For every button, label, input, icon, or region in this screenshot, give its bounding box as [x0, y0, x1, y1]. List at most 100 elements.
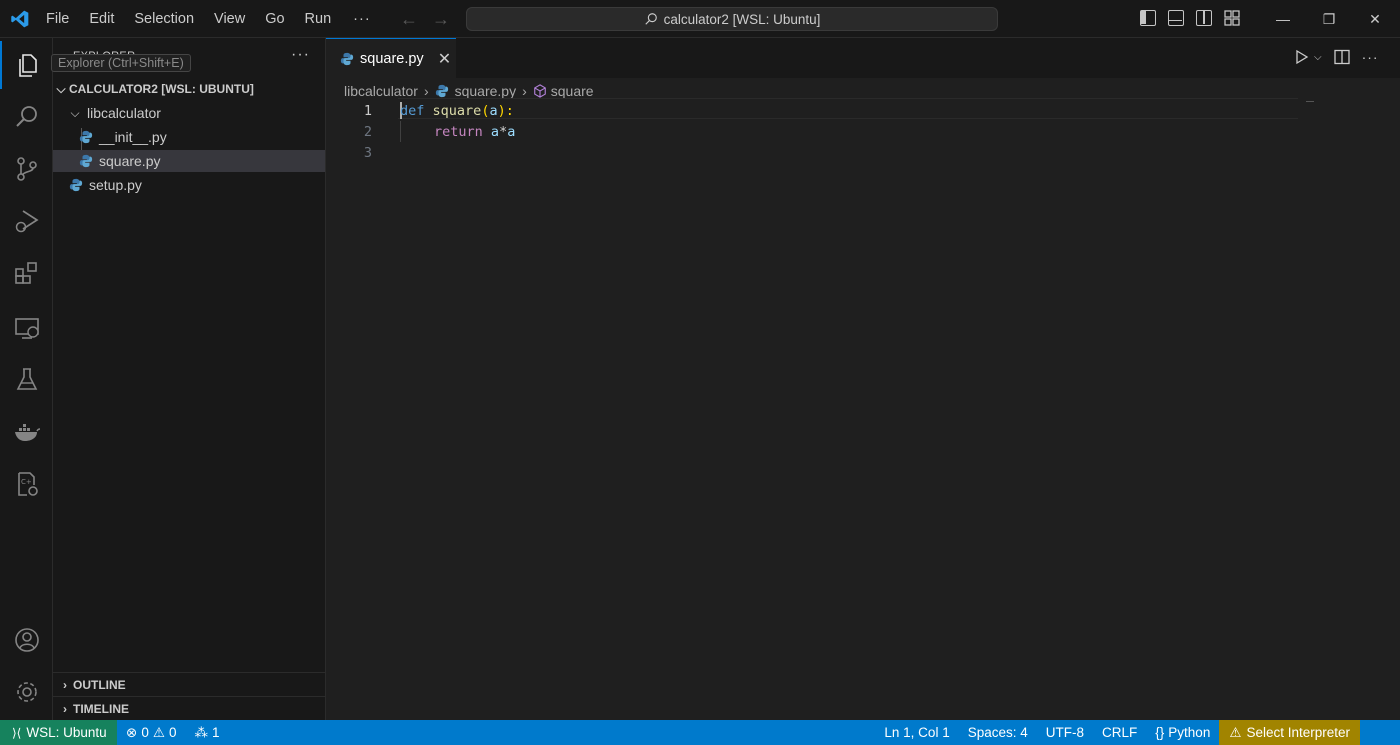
restore-icon[interactable]: ❐ — [1306, 11, 1352, 28]
file-init-py[interactable]: __init__.py — [53, 126, 325, 148]
timeline-section[interactable]: › TIMELINE — [53, 696, 325, 720]
status-bar: ⟩⟨ WSL: Ubuntu ⊗ 0 ⚠ 0 ⁂ 1 Ln 1, Col 1 Spac… — [0, 720, 1400, 745]
outline-label: OUTLINE — [73, 677, 126, 692]
explorer-icon — [18, 54, 37, 77]
menu-selection[interactable]: Selection — [124, 11, 204, 27]
menu-edit[interactable]: Edit — [79, 11, 124, 27]
outline-section[interactable]: › OUTLINE — [53, 672, 325, 696]
python-file-icon — [435, 84, 448, 98]
activity-manage[interactable] — [0, 668, 53, 716]
ports-count: 1 — [211, 725, 220, 740]
cursor-position[interactable]: Ln 1, Col 1 — [875, 725, 958, 740]
toggle-secondary-sidebar-icon[interactable] — [1196, 10, 1212, 26]
paren-close: ): — [497, 102, 514, 119]
braces-icon: {} — [1155, 725, 1165, 740]
vscode-logo-icon — [11, 10, 29, 28]
menu-more-button[interactable]: ··· — [341, 11, 383, 27]
language-label: Python — [1168, 725, 1211, 740]
menu-bar: File Edit Selection View Go Run ··· — [36, 0, 383, 38]
python-file-icon — [69, 178, 83, 192]
explorer-tooltip: Explorer (Ctrl+Shift+E) — [51, 54, 191, 72]
go-back-icon[interactable]: ← — [400, 9, 418, 30]
menu-run[interactable]: Run — [295, 11, 342, 27]
keyword-def: def — [400, 102, 425, 119]
parameter: a — [489, 102, 498, 119]
function-name: square — [432, 102, 482, 119]
run-python-file-icon[interactable] — [1294, 49, 1310, 65]
activity-extensions[interactable] — [0, 249, 53, 297]
encoding[interactable]: UTF-8 — [1037, 725, 1093, 740]
close-window-icon[interactable]: ✕ — [1352, 11, 1398, 28]
broadcast-icon: ⁂ — [194, 724, 208, 740]
indentation[interactable]: Spaces: 4 — [959, 725, 1037, 740]
split-editor-icon[interactable] — [1333, 49, 1350, 65]
breadcrumb-folder[interactable]: libcalculator — [344, 83, 418, 99]
chevron-right-icon: › — [63, 701, 67, 716]
error-icon: ⊗ — [126, 724, 138, 740]
go-forward-icon[interactable]: → — [432, 9, 450, 30]
symbol-function-icon — [533, 84, 546, 98]
warning-icon: ⚠ — [1229, 724, 1242, 740]
close-tab-icon[interactable]: ✕ — [438, 49, 451, 69]
status-right: Ln 1, Col 1 Spaces: 4 UTF-8 CRLF {} Pyth… — [875, 720, 1400, 745]
explorer-sidebar: EXPLORER Explorer (Ctrl+Shift+E) ··· ⌵ C… — [51, 38, 326, 720]
more-actions-button[interactable]: ··· — [1362, 49, 1379, 65]
menu-go[interactable]: Go — [255, 11, 294, 27]
file-square-py[interactable]: square.py — [53, 150, 325, 172]
tab-label: square.py — [360, 50, 424, 67]
workspace-root[interactable]: ⌵ CALCULATOR2 [WSL: UBUNTU] — [53, 78, 325, 100]
remote-explorer-icon — [14, 318, 39, 339]
search-icon — [15, 106, 37, 127]
line-number: 1 — [363, 102, 372, 119]
sidebar-more-button[interactable]: ··· — [291, 46, 310, 64]
breadcrumb-symbol[interactable]: square — [551, 83, 594, 99]
chevron-down-icon[interactable]: ⌵ — [1314, 52, 1322, 63]
menu-file[interactable]: File — [36, 11, 79, 27]
menu-view[interactable]: View — [204, 11, 255, 27]
layout-controls — [1140, 10, 1240, 26]
chevron-right-icon: › — [63, 677, 67, 692]
activity-accounts[interactable] — [0, 616, 53, 664]
command-center-label: calculator2 [WSL: Ubuntu] — [663, 11, 821, 27]
toggle-panel-icon[interactable] — [1168, 10, 1184, 26]
remote-indicator[interactable]: ⟩⟨ WSL: Ubuntu — [0, 720, 117, 745]
tab-square-py[interactable]: square.py ✕ — [326, 38, 456, 78]
warning-icon: ⚠ — [152, 724, 165, 740]
remote-label: WSL: Ubuntu — [26, 725, 107, 740]
customize-layout-icon[interactable] — [1224, 10, 1240, 26]
account-icon — [14, 628, 39, 652]
python-file-icon — [79, 154, 93, 168]
svg-text:C+: C+ — [21, 478, 32, 486]
ports-indicator[interactable]: ⁂ 1 — [194, 725, 219, 741]
folder-libcalculator[interactable]: ⌵ libcalculator — [53, 102, 325, 124]
remote-icon: ⟩⟨ — [12, 725, 22, 740]
problems-indicator[interactable]: ⊗ 0 ⚠ 0 — [126, 725, 176, 741]
folder-label: libcalculator — [87, 105, 161, 121]
activity-run-debug[interactable] — [0, 197, 53, 245]
activity-docker[interactable] — [0, 408, 53, 456]
editor-actions: ⌵ ··· — [1294, 49, 1379, 65]
activity-testing[interactable] — [0, 356, 53, 404]
editor-area: square.py ✕ ⌵ ··· libcalculator › square… — [326, 38, 1400, 720]
minimize-icon[interactable]: — — [1260, 11, 1306, 27]
breadcrumb-file[interactable]: square.py — [455, 83, 516, 99]
activity-source-control[interactable] — [0, 145, 53, 193]
activity-explorer[interactable] — [0, 41, 53, 89]
timeline-label: TIMELINE — [73, 701, 129, 716]
file-setup-py[interactable]: setup.py — [53, 174, 325, 196]
language-mode[interactable]: {} Python — [1146, 725, 1219, 740]
activity-remote-explorer[interactable] — [0, 304, 53, 352]
activity-search[interactable] — [0, 93, 53, 141]
workspace-root-label: CALCULATOR2 [WSL: UBUNTU] — [69, 82, 254, 96]
file-label: square.py — [99, 153, 161, 169]
line-number: 3 — [363, 144, 372, 161]
file-label: setup.py — [89, 177, 142, 193]
command-center[interactable]: calculator2 [WSL: Ubuntu] — [466, 7, 998, 31]
chevron-down-icon: ⌵ — [70, 105, 80, 120]
toggle-primary-sidebar-icon[interactable] — [1140, 10, 1156, 26]
status-left: ⊗ 0 ⚠ 0 ⁂ 1 — [126, 720, 219, 745]
end-of-line[interactable]: CRLF — [1093, 725, 1146, 740]
activity-cmake[interactable]: C+ — [0, 460, 53, 508]
chevron-down-icon: ⌵ — [56, 81, 66, 96]
select-interpreter-button[interactable]: ⚠ Select Interpreter — [1219, 720, 1360, 745]
